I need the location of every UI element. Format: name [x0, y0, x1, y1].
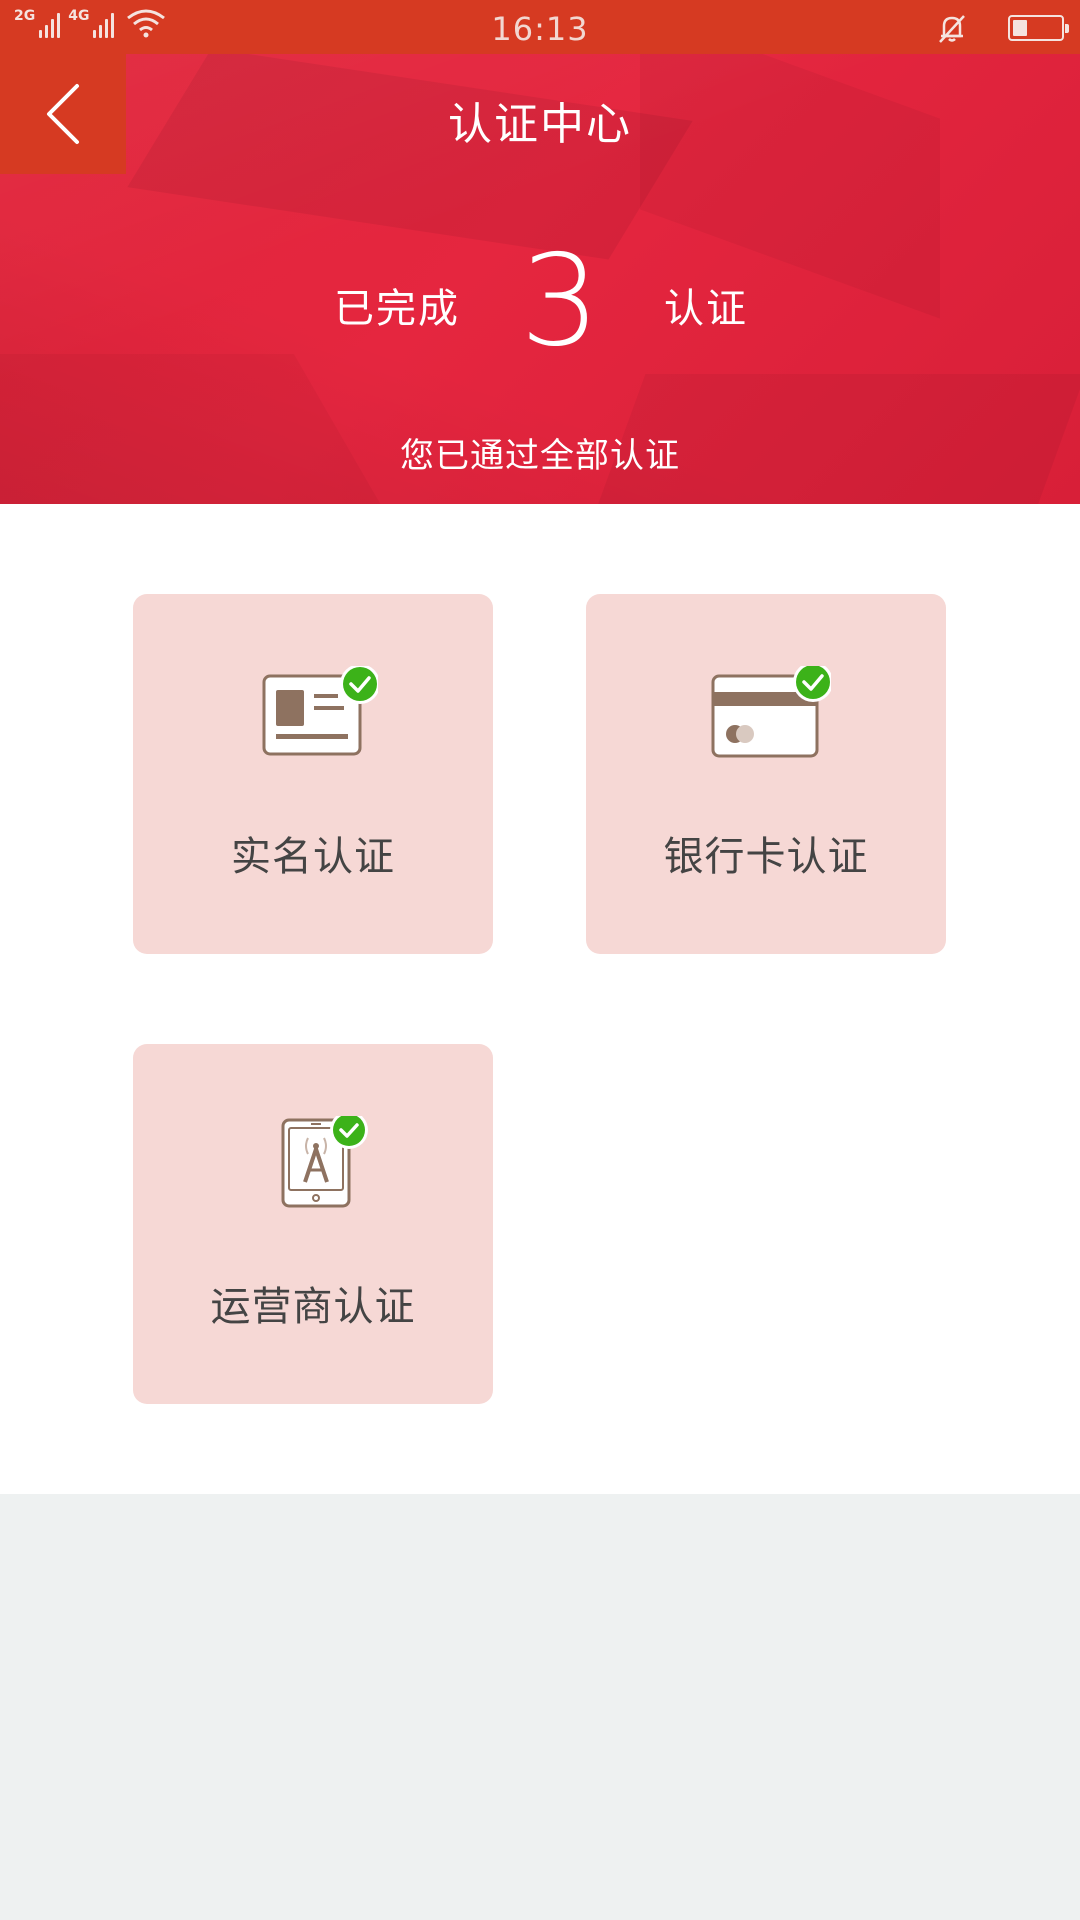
bank-card-icon: [711, 666, 831, 758]
card-bank-card-verification[interactable]: 银行卡认证: [586, 594, 946, 954]
page-title: 认证中心: [448, 99, 632, 150]
card-icon-wrap: [133, 666, 493, 776]
completed-prefix: 已完成: [334, 286, 460, 332]
card-label: 实名认证: [231, 834, 395, 880]
empty-footer-area: [0, 1494, 1080, 1920]
card-icon-wrap: [586, 666, 946, 776]
status-right: [936, 12, 1069, 44]
status-time: 16:13: [491, 10, 589, 48]
alarm-off-icon: [939, 15, 965, 43]
battery-fill: [1013, 20, 1027, 36]
completed-summary: 已完成 3 认证: [0, 236, 1080, 366]
completed-count: 3: [520, 227, 601, 374]
carrier-tower-icon: [281, 1116, 368, 1208]
id-card-icon: [262, 666, 378, 756]
status-bar: 2G 4G 16:13: [0, 0, 1080, 54]
hero-header: 认证中心 已完成 3 认证 您已通过全部认证: [0, 54, 1080, 504]
background-facet: [127, 54, 693, 260]
completed-suffix: 认证: [664, 286, 748, 332]
completed-subtitle: 您已通过全部认证: [400, 436, 680, 476]
card-icon-wrap: [133, 1116, 493, 1226]
card-label: 银行卡认证: [663, 834, 869, 880]
card-label: 运营商认证: [210, 1284, 416, 1330]
battery-icon: [1008, 15, 1069, 41]
card-carrier-verification[interactable]: 运营商认证: [133, 1044, 493, 1404]
verification-grid: 实名认证 银行卡认证 运营商认证: [0, 504, 1080, 1494]
card-real-name-verification[interactable]: 实名认证: [133, 594, 493, 954]
